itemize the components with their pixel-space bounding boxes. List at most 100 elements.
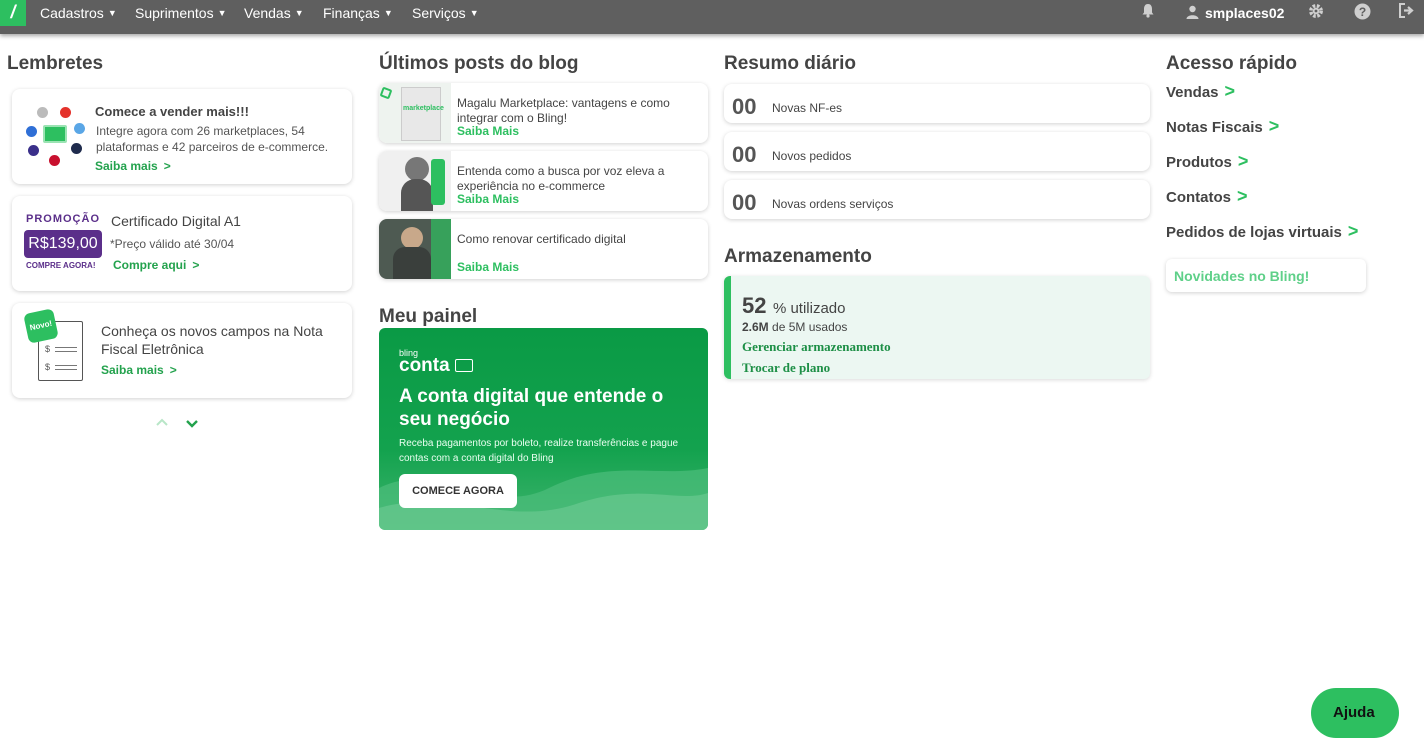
novidades-button[interactable]: Novidades no Bling!	[1166, 259, 1366, 292]
quick-link-vendas[interactable]: Vendas >	[1166, 81, 1235, 102]
bling-logo[interactable]: /	[0, 0, 26, 26]
resumo-count: 00	[732, 190, 757, 215]
chevron-right-icon: >	[192, 258, 200, 272]
menu-label: Suprimentos	[135, 5, 214, 21]
blog-post-link[interactable]: Saiba Mais	[457, 192, 519, 206]
menu-vendas[interactable]: Vendas ▼	[244, 0, 304, 26]
card-icon	[455, 359, 473, 372]
bell-icon[interactable]	[1139, 3, 1157, 21]
menu-label: Serviços	[412, 5, 466, 21]
reminder-link[interactable]: Saiba mais >	[101, 363, 177, 377]
menu-suprimentos[interactable]: Suprimentos ▼	[135, 0, 227, 26]
promo-label: PROMOÇÃO	[26, 213, 100, 225]
resumo-count: 00	[732, 142, 757, 167]
menu-label: Finanças	[323, 5, 380, 21]
reminder-title: Conheça os novos campos na Nota Fiscal E…	[101, 323, 323, 357]
storage-percent: 52	[742, 293, 767, 318]
chevron-right-icon: >	[1237, 186, 1248, 206]
help-icon[interactable]: ?	[1353, 3, 1371, 21]
blog-post-link[interactable]: Saiba Mais	[457, 260, 519, 274]
blog-post-title: Entenda como a busca por voz eleva a exp…	[457, 164, 665, 193]
resumo-item: 00 Novos pedidos	[724, 132, 1150, 171]
blog-title: Últimos posts do blog	[379, 53, 579, 74]
resumo-item: 00 Novas ordens serviços	[724, 180, 1150, 219]
menu-servicos[interactable]: Serviços ▼	[412, 0, 479, 26]
new-badge: Novo!	[23, 308, 59, 344]
storage-card: 52 % utilizado 2.6M de 5M usados Gerenci…	[724, 276, 1150, 379]
blog-post-image: marketplace	[379, 83, 451, 143]
svg-text:?: ?	[1358, 5, 1365, 19]
storage-usage: 2.6M de 5M usados	[742, 320, 847, 334]
chevron-right-icon: >	[169, 363, 177, 377]
promo-cta: COMPRE AGORA!	[26, 261, 96, 270]
blog-post-card[interactable]: Como renovar certificado digital Saiba M…	[379, 219, 708, 279]
quick-link-notas-fiscais[interactable]: Notas Fiscais >	[1166, 116, 1279, 137]
armazenamento-title: Armazenamento	[724, 246, 872, 267]
banner-subtext: Receba pagamentos por boleto, realize tr…	[399, 438, 679, 464]
resumo-count: 00	[732, 94, 757, 119]
acesso-title: Acesso rápido	[1166, 53, 1297, 74]
blog-post-card[interactable]: marketplace Magalu Marketplace: vantagen…	[379, 83, 708, 143]
promo-price: R$139,00	[24, 230, 102, 258]
caret-down-icon: ▼	[294, 8, 304, 18]
reminder-link[interactable]: Saiba mais >	[95, 159, 171, 173]
blog-post-image	[379, 151, 451, 211]
resumo-title: Resumo diário	[724, 53, 856, 74]
lembretes-title: Lembretes	[7, 53, 104, 74]
reminder-card-certificado: PROMOÇÃO R$139,00 COMPRE AGORA! Certific…	[12, 196, 352, 291]
menu-label: Vendas	[244, 5, 291, 21]
blog-post-image	[379, 219, 451, 279]
reminder-card-marketplaces: Comece a vender mais!!! Integre agora co…	[12, 89, 352, 184]
resumo-label: Novos pedidos	[772, 149, 852, 163]
resumo-item: 00 Novas NF-es	[724, 84, 1150, 123]
quick-link-produtos[interactable]: Produtos >	[1166, 151, 1248, 172]
chevron-right-icon: >	[1237, 151, 1249, 171]
menu-financas[interactable]: Finanças ▼	[323, 0, 393, 26]
chevron-up-icon[interactable]	[155, 414, 169, 430]
chevron-down-icon[interactable]	[185, 416, 199, 434]
storage-used-text: de 5M usados	[772, 320, 848, 334]
top-navigation-bar: / Cadastros ▼ Suprimentos ▼ Vendas ▼ Finanç…	[0, 0, 1424, 34]
change-plan-link[interactable]: Trocar de plano	[742, 360, 830, 376]
caret-down-icon: ▼	[217, 8, 227, 18]
conta-digital-banner[interactable]: bling conta A conta digital que entende …	[379, 328, 708, 530]
caret-down-icon: ▼	[469, 8, 479, 18]
blog-post-card[interactable]: Entenda como a busca por voz eleva a exp…	[379, 151, 708, 211]
brand-conta: conta	[399, 355, 450, 376]
user-icon	[1186, 5, 1199, 22]
blog-post-title: Magalu Marketplace: vantagens e como int…	[457, 96, 670, 125]
reminder-title: Comece a vender mais!!!	[95, 104, 249, 119]
quick-link-contatos[interactable]: Contatos >	[1166, 186, 1248, 207]
quick-link-pedidos-lojas[interactable]: Pedidos de lojas virtuais >	[1166, 221, 1358, 242]
manage-storage-link[interactable]: Gerenciar armazenamento	[742, 339, 891, 355]
menu-label: Cadastros	[40, 5, 104, 21]
resumo-label: Novas NF-es	[772, 101, 843, 115]
reminder-text: Integre agora com 26 marketplaces, 54 pl…	[96, 124, 329, 154]
novidades-label: Novidades no Bling!	[1174, 268, 1310, 284]
blog-post-link[interactable]: Saiba Mais	[457, 124, 519, 138]
reminder-link[interactable]: Compre aqui >	[113, 258, 199, 272]
logout-icon[interactable]	[1398, 3, 1416, 21]
banner-headline: A conta digital que entende o seu negóci…	[399, 386, 664, 430]
chevron-right-icon: >	[1268, 116, 1280, 136]
menu-cadastros[interactable]: Cadastros ▼	[40, 0, 117, 26]
chevron-right-icon: >	[1347, 221, 1359, 241]
reminder-text: *Preço válido até 30/04	[110, 237, 235, 251]
painel-title: Meu painel	[379, 306, 478, 327]
chevron-right-icon: >	[1224, 81, 1236, 101]
gear-icon[interactable]	[1307, 3, 1325, 21]
marketplaces-illustration	[22, 105, 90, 169]
storage-percent-line: 52 % utilizado	[742, 293, 845, 319]
username: smplaces02	[1205, 5, 1285, 21]
reminder-card-nfe: $ $ Novo! Conheça os novos campos na Not…	[12, 303, 352, 398]
caret-down-icon: ▼	[383, 8, 393, 18]
storage-used-value: 2.6M	[742, 320, 769, 334]
help-button[interactable]: Ajuda	[1311, 688, 1399, 738]
user-menu[interactable]: smplaces02	[1186, 0, 1284, 26]
blog-post-title: Como renovar certificado digital	[457, 232, 626, 246]
help-button-label: Ajuda	[1333, 704, 1375, 721]
caret-down-icon: ▼	[107, 8, 117, 18]
reminder-title: Certificado Digital A1	[111, 213, 241, 229]
comece-agora-button[interactable]: COMECE AGORA	[399, 474, 517, 508]
storage-percent-label: % utilizado	[772, 300, 846, 317]
